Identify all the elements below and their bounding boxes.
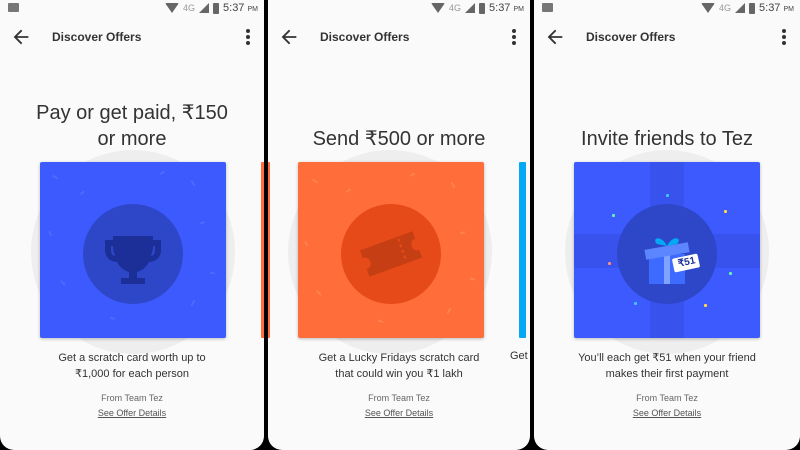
wifi-icon xyxy=(701,3,715,13)
ticket-icon xyxy=(359,231,423,277)
wifi-icon xyxy=(431,3,445,13)
clock: 5:37 PM xyxy=(223,2,258,14)
clock: 5:37 PM xyxy=(759,2,794,14)
headline-line-1: Send ₹500 or more xyxy=(312,128,486,150)
confetti xyxy=(704,304,707,307)
back-arrow-icon[interactable] xyxy=(544,26,566,48)
gift-icon xyxy=(644,238,700,284)
page-title: Discover Offers xyxy=(320,30,410,44)
offer-headline: Pay or get paid, ₹150 or more xyxy=(0,100,264,152)
next-card-peek[interactable] xyxy=(261,162,264,338)
offer-description: Get a scratch card worth up to ₹1,000 fo… xyxy=(0,350,264,382)
wifi-icon xyxy=(165,3,179,13)
offer-card[interactable] xyxy=(298,162,484,338)
network-type: 4G xyxy=(719,3,732,13)
description-line-1: Get a scratch card worth up to xyxy=(58,352,206,364)
signal-icon xyxy=(199,3,210,13)
more-options-icon[interactable] xyxy=(776,26,792,48)
headline-line-1: Pay or get paid, ₹150 xyxy=(36,102,228,124)
headline-line-2: or more xyxy=(97,128,167,150)
previous-card-peek[interactable] xyxy=(268,162,270,338)
offer-description: Get a Lucky Fridays scratch card that co… xyxy=(268,350,530,382)
signal-icon xyxy=(465,3,476,13)
trophy-badge xyxy=(83,204,183,304)
app-bar: Discover Offers xyxy=(534,22,800,52)
offer-source: From Team Tez xyxy=(101,393,163,403)
page-title: Discover Offers xyxy=(586,30,676,44)
offer-headline: Invite friends to Tez xyxy=(534,126,800,152)
back-arrow-icon[interactable] xyxy=(10,26,32,48)
network-type: 4G xyxy=(449,3,462,13)
phone-screen-3: 4G 5:37 PM Discover Offers Invite friend… xyxy=(534,0,800,450)
app-bar: Discover Offers xyxy=(268,22,530,52)
confetti xyxy=(634,302,637,305)
status-bar: 4G 5:37 PM xyxy=(0,0,264,18)
battery-icon xyxy=(479,2,486,14)
network-type: 4G xyxy=(183,3,196,13)
battery-icon xyxy=(213,2,220,14)
battery-icon xyxy=(749,2,756,14)
headline-line-1: Invite friends to Tez xyxy=(581,128,753,150)
see-offer-details-link[interactable]: See Offer Details xyxy=(534,408,800,418)
see-offer-details-link[interactable]: See Offer Details xyxy=(268,408,530,418)
confetti xyxy=(729,272,732,275)
offer-source: From Team Tez xyxy=(368,393,430,403)
confetti xyxy=(612,214,615,217)
status-bar: 4G 5:37 PM xyxy=(268,0,530,18)
status-bar: 4G 5:37 PM xyxy=(534,0,800,18)
more-options-icon[interactable] xyxy=(240,26,256,48)
offer-card[interactable] xyxy=(40,162,226,338)
image-notification-icon xyxy=(542,3,553,12)
confetti xyxy=(608,262,611,265)
gift-badge: ₹51 xyxy=(617,204,717,304)
offer-description: You’ll each get ₹51 when your friend mak… xyxy=(534,350,800,382)
offer-card[interactable]: ₹51 xyxy=(574,162,760,338)
image-notification-icon xyxy=(8,3,19,12)
more-options-icon[interactable] xyxy=(506,26,522,48)
page-title: Discover Offers xyxy=(52,30,142,44)
description-line-1: You’ll each get ₹51 when your friend xyxy=(578,352,756,364)
signal-icon xyxy=(735,3,746,13)
description-line-2: that could win you ₹1 lakh xyxy=(335,368,463,380)
trophy-icon xyxy=(105,236,161,284)
app-bar: Discover Offers xyxy=(0,22,264,52)
phone-screen-2: 4G 5:37 PM Discover Offers Send ₹500 or … xyxy=(268,0,530,450)
confetti xyxy=(724,210,727,213)
offer-headline: Send ₹500 or more xyxy=(268,126,530,152)
ticket-badge xyxy=(341,204,441,304)
description-line-1: Get a Lucky Fridays scratch card xyxy=(318,352,480,364)
description-line-2: makes their first payment xyxy=(605,368,729,380)
description-line-2: ₹1,000 for each person xyxy=(74,368,190,380)
phone-screen-1: 4G 5:37 PM Discover Offers Pay or get pa… xyxy=(0,0,264,450)
offer-source: From Team Tez xyxy=(636,393,698,403)
back-arrow-icon[interactable] xyxy=(278,26,300,48)
see-offer-details-link[interactable]: See Offer Details xyxy=(0,408,264,418)
confetti xyxy=(666,194,669,197)
next-offer-peek-text: Get xyxy=(510,350,528,362)
clock: 5:37 PM xyxy=(489,2,524,14)
next-card-peek[interactable] xyxy=(519,162,526,338)
